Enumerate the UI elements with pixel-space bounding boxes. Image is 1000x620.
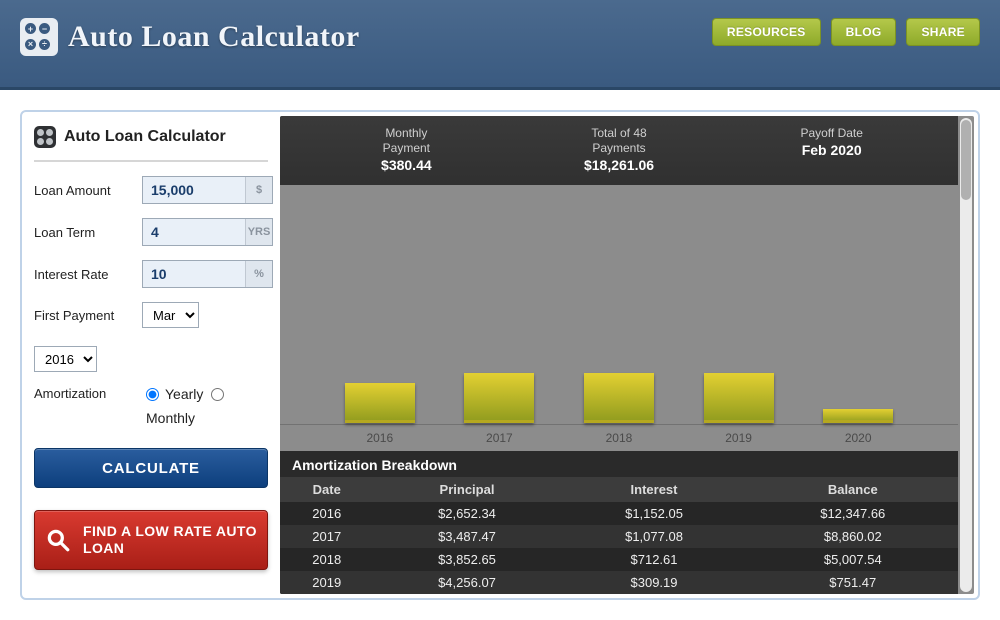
calculate-button[interactable]: CALCULATE	[34, 448, 268, 488]
loan-amount-input[interactable]	[143, 177, 245, 203]
summary-payoff-label: Payoff Date	[725, 126, 938, 141]
table-header-cell: Balance	[748, 477, 958, 502]
share-button[interactable]: SHARE	[906, 18, 980, 46]
table-cell: $3,852.65	[374, 548, 561, 571]
chart-year-label: 2020	[823, 431, 893, 445]
first-payment-label: First Payment	[34, 308, 136, 323]
amortization-row: Amortization Yearly Monthly	[34, 386, 268, 426]
breakdown-title: Amortization Breakdown	[280, 451, 958, 477]
summary-total-value: $18,261.06	[513, 157, 726, 173]
loan-amount-label: Loan Amount	[34, 183, 136, 198]
amortization-monthly-radio[interactable]	[211, 388, 224, 401]
table-cell: $1,152.05	[561, 502, 748, 525]
table-cell: $8,860.02	[748, 525, 958, 548]
breakdown-section: Amortization Breakdown DatePrincipalInte…	[280, 451, 958, 594]
scrollbar-thumb[interactable]	[961, 120, 971, 200]
table-header-cell: Interest	[561, 477, 748, 502]
interest-rate-row: Interest Rate %	[34, 260, 268, 288]
table-row: 2019$4,256.07$309.19$751.47	[280, 571, 958, 594]
table-cell: 2019	[280, 571, 374, 594]
chart-bar: 2017	[460, 373, 540, 423]
amortization-yearly-label: Yearly	[165, 386, 203, 402]
table-cell: $3,487.47	[374, 525, 561, 548]
interest-rate-label: Interest Rate	[34, 267, 136, 282]
first-payment-row: First Payment Mar 2016	[34, 302, 268, 372]
chart-year-label: 2019	[704, 431, 774, 445]
calculator-icon: +−×÷	[20, 18, 58, 56]
summary-monthly: MonthlyPayment $380.44	[300, 126, 513, 173]
scrollbar[interactable]	[960, 118, 972, 592]
calculator-panel: Auto Loan Calculator Loan Amount $ Loan …	[20, 110, 980, 600]
table-header-cell: Date	[280, 477, 374, 502]
summary-bar: MonthlyPayment $380.44 Total of 48Paymen…	[280, 116, 958, 185]
brand: +−×÷ Auto Loan Calculator	[20, 18, 360, 56]
summary-payoff: Payoff Date Feb 2020	[725, 126, 938, 173]
loan-term-unit: YRS	[245, 219, 272, 245]
bar-fill	[345, 383, 415, 423]
loan-amount-row: Loan Amount $	[34, 176, 268, 204]
table-cell: 2016	[280, 502, 374, 525]
bar-fill	[704, 373, 774, 423]
table-row: 2017$3,487.47$1,077.08$8,860.02	[280, 525, 958, 548]
table-cell: $2,652.34	[374, 502, 561, 525]
bar-fill	[464, 373, 534, 423]
table-row: 2016$2,652.34$1,152.05$12,347.66	[280, 502, 958, 525]
loan-amount-unit: $	[245, 177, 272, 203]
table-cell: 2017	[280, 525, 374, 548]
bar-fill	[584, 373, 654, 423]
table-cell: $4,256.07	[374, 571, 561, 594]
table-header-cell: Principal	[374, 477, 561, 502]
loan-term-row: Loan Term YRS	[34, 218, 268, 246]
first-payment-year-select[interactable]: 2016	[34, 346, 97, 372]
table-cell: 2018	[280, 548, 374, 571]
first-payment-month-select[interactable]: Mar	[142, 302, 199, 328]
table-cell: $1,077.08	[561, 525, 748, 548]
table-cell: $712.61	[561, 548, 748, 571]
breakdown-table: DatePrincipalInterestBalance 2016$2,652.…	[280, 477, 958, 594]
chart-axis	[280, 424, 958, 425]
find-loan-button[interactable]: FIND A LOW RATE AUTO LOAN	[34, 510, 268, 570]
results-column: MonthlyPayment $380.44 Total of 48Paymen…	[280, 116, 974, 594]
amortization-label: Amortization	[34, 386, 136, 401]
chart-bar: 2019	[699, 373, 779, 423]
resources-button[interactable]: RESOURCES	[712, 18, 821, 46]
table-header-row: DatePrincipalInterestBalance	[280, 477, 958, 502]
top-nav: +−×÷ Auto Loan Calculator RESOURCES BLOG…	[0, 0, 1000, 90]
form-column: Auto Loan Calculator Loan Amount $ Loan …	[26, 116, 276, 594]
summary-total: Total of 48Payments $18,261.06	[513, 126, 726, 173]
chart-bar: 2018	[579, 373, 659, 423]
amortization-monthly-label: Monthly	[146, 410, 195, 426]
table-cell: $751.47	[748, 571, 958, 594]
summary-payoff-value: Feb 2020	[725, 142, 938, 158]
loan-term-input[interactable]	[143, 219, 245, 245]
page-title: Auto Loan Calculator	[68, 20, 360, 54]
table-row: 2018$3,852.65$712.61$5,007.54	[280, 548, 958, 571]
search-icon	[45, 527, 71, 553]
chart-bars: 2016 2017 2018 2019 2020	[280, 273, 958, 423]
chart-year-label: 2018	[584, 431, 654, 445]
summary-total-label: Total of 48Payments	[513, 126, 726, 156]
chart-bar: 2016	[340, 383, 420, 423]
chart-year-label: 2016	[345, 431, 415, 445]
table-cell: $5,007.54	[748, 548, 958, 571]
table-cell: $12,347.66	[748, 502, 958, 525]
find-loan-label: FIND A LOW RATE AUTO LOAN	[83, 523, 257, 557]
panel-title-text: Auto Loan Calculator	[64, 128, 226, 146]
nav-buttons: RESOURCES BLOG SHARE	[700, 18, 980, 46]
loan-term-label: Loan Term	[34, 225, 136, 240]
summary-monthly-value: $380.44	[300, 157, 513, 173]
chart-bar: 2020	[818, 409, 898, 423]
summary-monthly-label: MonthlyPayment	[300, 126, 513, 156]
table-cell: $309.19	[561, 571, 748, 594]
blog-button[interactable]: BLOG	[831, 18, 897, 46]
interest-rate-input[interactable]	[143, 261, 245, 287]
panel-header: Auto Loan Calculator	[34, 122, 268, 162]
chart-year-label: 2017	[464, 431, 534, 445]
amortization-yearly-radio[interactable]	[146, 388, 159, 401]
bar-fill	[823, 409, 893, 423]
interest-rate-unit: %	[245, 261, 272, 287]
amortization-chart: 2016 2017 2018 2019 2020	[280, 185, 958, 451]
calculator-mini-icon	[34, 126, 56, 148]
